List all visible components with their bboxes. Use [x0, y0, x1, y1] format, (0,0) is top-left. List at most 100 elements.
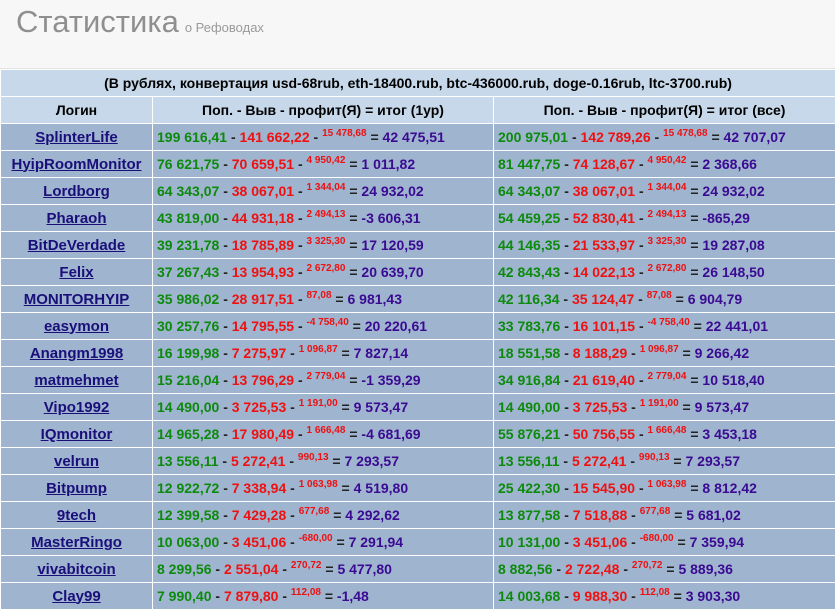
- login-link[interactable]: MONITORHYIP: [24, 291, 130, 308]
- profit-value: 2 494,13: [648, 209, 687, 220]
- login-link[interactable]: velrun: [54, 453, 99, 470]
- all-levels-cell: 25 422,30 - 15 545,90 - 1 063,98 = 8 812…: [494, 475, 835, 502]
- all-levels-cell: 54 459,25 - 52 830,41 - 2 494,13 = -865,…: [494, 205, 835, 232]
- withdrawal-value: 35 124,47: [572, 291, 634, 307]
- page-title: Статистикао Рефоводах: [16, 4, 264, 40]
- equals-sign: =: [370, 129, 378, 145]
- withdrawal-value: 5 272,41: [572, 453, 627, 469]
- equals-sign: =: [690, 480, 698, 496]
- login-cell: MONITORHYIP: [1, 286, 153, 313]
- profit-value: 4 950,42: [648, 155, 687, 166]
- equals-sign: =: [349, 426, 357, 442]
- total-value: -3 606,31: [361, 210, 420, 226]
- withdrawal-value: 28 917,51: [232, 291, 294, 307]
- deposit-value: 25 422,30: [498, 480, 560, 496]
- withdrawal-value: 18 785,89: [232, 237, 294, 253]
- table-row: easymon30 257,76 - 14 795,55 - -4 758,40…: [1, 313, 835, 340]
- total-value: 26 148,50: [702, 264, 764, 280]
- all-levels-cell: 34 916,84 - 21 619,40 - 2 779,04 = 10 51…: [494, 367, 835, 394]
- all-levels-cell: 64 343,07 - 38 067,01 - 1 344,04 = 24 93…: [494, 178, 835, 205]
- login-link[interactable]: MasterRingo: [31, 534, 122, 551]
- profit-value: -680,00: [640, 533, 674, 544]
- minus-sign: -: [564, 534, 569, 550]
- withdrawal-value: 70 659,51: [232, 156, 294, 172]
- withdrawal-value: 21 619,40: [573, 372, 635, 388]
- login-link[interactable]: BitDeVerdade: [28, 237, 126, 254]
- login-link[interactable]: Lordborg: [43, 183, 110, 200]
- login-link[interactable]: Anangm1998: [30, 345, 123, 362]
- login-link[interactable]: Clay99: [52, 588, 100, 605]
- equals-sign: =: [690, 426, 698, 442]
- login-cell: Bitpump: [1, 475, 153, 502]
- login-link[interactable]: vivabitcoin: [37, 561, 115, 578]
- login-link[interactable]: Felix: [59, 264, 93, 281]
- minus-sign: -: [223, 345, 228, 361]
- equals-sign: =: [337, 534, 345, 550]
- minus-sign: -: [639, 480, 644, 496]
- level1-cell: 14 965,28 - 17 980,49 - 1 666,48 = -4 68…: [153, 421, 494, 448]
- login-link[interactable]: HyipRoomMonitor: [12, 156, 142, 173]
- total-value: 7 359,94: [690, 534, 745, 550]
- login-link[interactable]: SplinterLife: [35, 129, 118, 146]
- minus-sign: -: [298, 183, 303, 199]
- login-cell: MasterRingo: [1, 529, 153, 556]
- equals-sign: =: [690, 210, 698, 226]
- withdrawal-value: 38 067,01: [232, 183, 294, 199]
- column-header-all: Поп. - Выв - профит(Я) = итог (все): [494, 97, 835, 124]
- profit-value: -680,00: [299, 533, 333, 544]
- total-value: 4 292,62: [345, 507, 400, 523]
- minus-sign: -: [564, 372, 569, 388]
- level1-cell: 10 063,00 - 3 451,06 - -680,00 = 7 291,9…: [153, 529, 494, 556]
- total-value: 5 681,02: [686, 507, 741, 523]
- login-link[interactable]: easymon: [44, 318, 109, 335]
- login-link[interactable]: Bitpump: [46, 480, 107, 497]
- login-link[interactable]: matmehmet: [34, 372, 118, 389]
- table-row: Felix37 267,43 - 13 954,93 - 2 672,80 = …: [1, 259, 835, 286]
- deposit-value: 43 819,00: [157, 210, 219, 226]
- all-levels-cell: 8 882,56 - 2 722,48 - 270,72 = 5 889,36: [494, 556, 835, 583]
- minus-sign: -: [572, 129, 577, 145]
- withdrawal-value: 3 725,53: [573, 399, 628, 415]
- login-link[interactable]: IQmonitor: [41, 426, 113, 443]
- withdrawal-value: 7 275,97: [232, 345, 287, 361]
- login-link[interactable]: Vipo1992: [44, 399, 110, 416]
- profit-value: 1 063,98: [299, 479, 338, 490]
- total-value: 20 639,70: [361, 264, 423, 280]
- login-cell: Felix: [1, 259, 153, 286]
- all-levels-cell: 18 551,58 - 8 188,29 - 1 096,87 = 9 266,…: [494, 340, 835, 367]
- deposit-value: 10 131,00: [498, 534, 560, 550]
- referrals-stats-table: (В рублях, конвертация usd-68rub, eth-18…: [0, 69, 835, 610]
- deposit-value: 199 616,41: [157, 129, 227, 145]
- deposit-value: 30 257,76: [157, 318, 219, 334]
- minus-sign: -: [298, 210, 303, 226]
- deposit-value: 35 986,02: [157, 291, 219, 307]
- total-value: 5 889,36: [678, 561, 733, 577]
- withdrawal-value: 52 830,41: [573, 210, 635, 226]
- minus-sign: -: [563, 453, 568, 469]
- equals-sign: =: [333, 507, 341, 523]
- minus-sign: -: [564, 264, 569, 280]
- deposit-value: 54 459,25: [498, 210, 560, 226]
- total-value: 3 903,30: [686, 588, 741, 604]
- minus-sign: -: [639, 264, 644, 280]
- table-row: MONITORHYIP35 986,02 - 28 917,51 - 87,08…: [1, 286, 835, 313]
- profit-value: 677,68: [640, 506, 671, 517]
- profit-value: 1 344,04: [307, 182, 346, 193]
- withdrawal-value: 2 722,48: [565, 561, 620, 577]
- withdrawal-value: 44 931,18: [232, 210, 294, 226]
- withdrawal-value: 7 879,80: [224, 588, 279, 604]
- deposit-value: 13 556,11: [498, 453, 560, 469]
- withdrawal-value: 7 338,94: [232, 480, 287, 496]
- level1-cell: 14 490,00 - 3 725,53 - 1 191,00 = 9 573,…: [153, 394, 494, 421]
- profit-value: 15 478,68: [322, 128, 367, 139]
- profit-value: 2 779,04: [307, 371, 346, 382]
- minus-sign: -: [231, 129, 236, 145]
- login-cell: Vipo1992: [1, 394, 153, 421]
- login-link[interactable]: 9tech: [57, 507, 96, 524]
- total-value: 20 220,61: [365, 318, 427, 334]
- profit-value: 1 666,48: [307, 425, 346, 436]
- minus-sign: -: [290, 507, 295, 523]
- minus-sign: -: [564, 426, 569, 442]
- login-link[interactable]: Pharaoh: [46, 210, 106, 227]
- profit-value: 112,08: [291, 587, 321, 598]
